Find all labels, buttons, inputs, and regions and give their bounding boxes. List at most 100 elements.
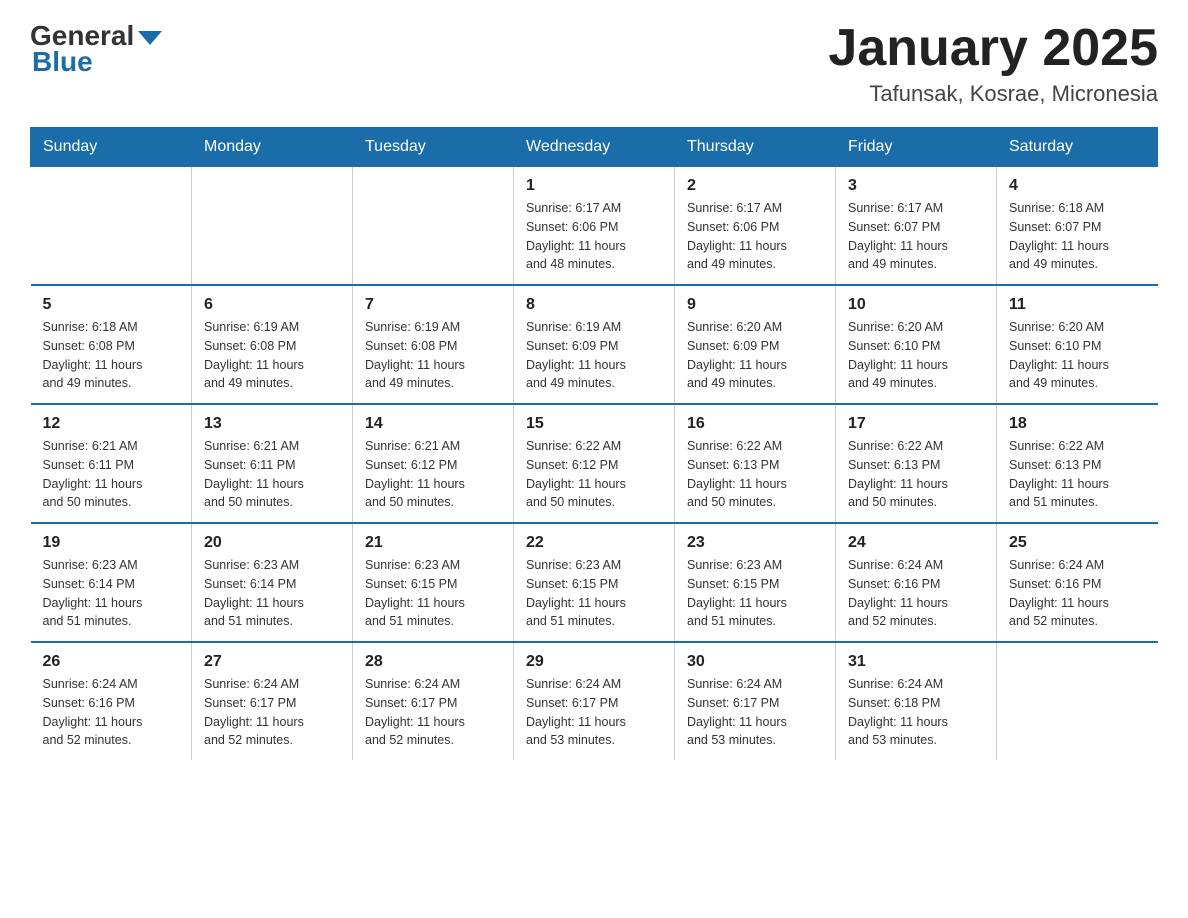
logo-arrow-icon — [138, 31, 162, 45]
calendar-cell: 14Sunrise: 6:21 AM Sunset: 6:12 PM Dayli… — [353, 404, 514, 523]
calendar-cell: 8Sunrise: 6:19 AM Sunset: 6:09 PM Daylig… — [514, 285, 675, 404]
day-number: 17 — [848, 415, 984, 433]
day-info: Sunrise: 6:24 AM Sunset: 6:17 PM Dayligh… — [204, 675, 340, 750]
location-title: Tafunsak, Kosrae, Micronesia — [828, 81, 1158, 107]
day-number: 22 — [526, 534, 662, 552]
day-number: 12 — [43, 415, 180, 433]
day-number: 2 — [687, 177, 823, 195]
day-number: 16 — [687, 415, 823, 433]
calendar-cell: 2 Sunrise: 6:17 AM Sunset: 6:06 PM Daylig… — [675, 167, 836, 286]
day-number: 9 — [687, 296, 823, 314]
calendar-cell: 26 Sunrise: 6:24 AM Sunset: 6:16 PM Dayli… — [31, 642, 192, 760]
calendar-cell: 6Sunrise: 6:19 AM Sunset: 6:08 PM Daylig… — [192, 285, 353, 404]
calendar-table: SundayMondayTuesdayWednesdayThursdayFrid… — [30, 127, 1158, 760]
day-info: Sunrise: 6:18 AM Sunset: 6:08 PM Dayligh… — [43, 318, 180, 393]
day-number: 30 — [687, 653, 823, 671]
day-number: 21 — [365, 534, 501, 552]
calendar-cell: 28 Sunrise: 6:24 AM Sunset: 6:17 PM Dayli… — [353, 642, 514, 760]
weekday-header-saturday: Saturday — [997, 128, 1158, 167]
day-info: Sunrise: 6:23 AM Sunset: 6:14 PM Dayligh… — [204, 556, 340, 631]
page-header: General Blue January 2025 Tafunsak, Kosr… — [30, 20, 1158, 107]
calendar-cell: 27 Sunrise: 6:24 AM Sunset: 6:17 PM Dayli… — [192, 642, 353, 760]
day-number: 18 — [1009, 415, 1146, 433]
calendar-cell: 17 Sunrise: 6:22 AM Sunset: 6:13 PM Dayli… — [836, 404, 997, 523]
day-number: 11 — [1009, 296, 1146, 314]
day-info: Sunrise: 6:23 AM Sunset: 6:14 PM Dayligh… — [43, 556, 180, 631]
day-info: Sunrise: 6:22 AM Sunset: 6:13 PM Dayligh… — [1009, 437, 1146, 512]
day-info: Sunrise: 6:20 AM Sunset: 6:10 PM Dayligh… — [1009, 318, 1146, 393]
day-number: 28 — [365, 653, 501, 671]
calendar-cell — [31, 167, 192, 286]
title-section: January 2025 Tafunsak, Kosrae, Micronesi… — [828, 20, 1158, 107]
day-info: Sunrise: 6:24 AM Sunset: 6:17 PM Dayligh… — [526, 675, 662, 750]
calendar-cell: 16Sunrise: 6:22 AM Sunset: 6:13 PM Dayli… — [675, 404, 836, 523]
calendar-week-row: 12 Sunrise: 6:21 AM Sunset: 6:11 PM Dayli… — [31, 404, 1158, 523]
calendar-cell: 18 Sunrise: 6:22 AM Sunset: 6:13 PM Dayli… — [997, 404, 1158, 523]
calendar-cell: 15 Sunrise: 6:22 AM Sunset: 6:12 PM Dayli… — [514, 404, 675, 523]
day-number: 20 — [204, 534, 340, 552]
day-info: Sunrise: 6:19 AM Sunset: 6:08 PM Dayligh… — [365, 318, 501, 393]
day-info: Sunrise: 6:24 AM Sunset: 6:16 PM Dayligh… — [43, 675, 180, 750]
day-info: Sunrise: 6:19 AM Sunset: 6:09 PM Dayligh… — [526, 318, 662, 393]
logo-blue-text: Blue — [30, 46, 93, 78]
day-number: 6 — [204, 296, 340, 314]
weekday-header-tuesday: Tuesday — [353, 128, 514, 167]
calendar-cell: 10Sunrise: 6:20 AM Sunset: 6:10 PM Dayli… — [836, 285, 997, 404]
day-info: Sunrise: 6:24 AM Sunset: 6:16 PM Dayligh… — [1009, 556, 1146, 631]
day-info: Sunrise: 6:17 AM Sunset: 6:07 PM Dayligh… — [848, 199, 984, 274]
calendar-cell — [353, 167, 514, 286]
day-info: Sunrise: 6:24 AM Sunset: 6:17 PM Dayligh… — [687, 675, 823, 750]
weekday-header-thursday: Thursday — [675, 128, 836, 167]
day-number: 19 — [43, 534, 180, 552]
day-number: 26 — [43, 653, 180, 671]
calendar-cell: 22Sunrise: 6:23 AM Sunset: 6:15 PM Dayli… — [514, 523, 675, 642]
day-number: 15 — [526, 415, 662, 433]
weekday-header-sunday: Sunday — [31, 128, 192, 167]
calendar-cell: 3 Sunrise: 6:17 AM Sunset: 6:07 PM Daylig… — [836, 167, 997, 286]
calendar-week-row: 5 Sunrise: 6:18 AM Sunset: 6:08 PM Daylig… — [31, 285, 1158, 404]
calendar-week-row: 26 Sunrise: 6:24 AM Sunset: 6:16 PM Dayli… — [31, 642, 1158, 760]
calendar-week-row: 19 Sunrise: 6:23 AM Sunset: 6:14 PM Dayli… — [31, 523, 1158, 642]
calendar-cell: 30 Sunrise: 6:24 AM Sunset: 6:17 PM Dayli… — [675, 642, 836, 760]
calendar-cell: 13 Sunrise: 6:21 AM Sunset: 6:11 PM Dayli… — [192, 404, 353, 523]
calendar-cell: 19 Sunrise: 6:23 AM Sunset: 6:14 PM Dayli… — [31, 523, 192, 642]
day-info: Sunrise: 6:22 AM Sunset: 6:13 PM Dayligh… — [848, 437, 984, 512]
day-number: 27 — [204, 653, 340, 671]
calendar-cell — [997, 642, 1158, 760]
day-number: 5 — [43, 296, 180, 314]
weekday-header-monday: Monday — [192, 128, 353, 167]
day-info: Sunrise: 6:18 AM Sunset: 6:07 PM Dayligh… — [1009, 199, 1146, 274]
calendar-cell: 11 Sunrise: 6:20 AM Sunset: 6:10 PM Dayli… — [997, 285, 1158, 404]
day-info: Sunrise: 6:24 AM Sunset: 6:17 PM Dayligh… — [365, 675, 501, 750]
calendar-cell: 23Sunrise: 6:23 AM Sunset: 6:15 PM Dayli… — [675, 523, 836, 642]
day-number: 10 — [848, 296, 984, 314]
day-info: Sunrise: 6:23 AM Sunset: 6:15 PM Dayligh… — [687, 556, 823, 631]
day-info: Sunrise: 6:21 AM Sunset: 6:11 PM Dayligh… — [204, 437, 340, 512]
day-number: 13 — [204, 415, 340, 433]
day-number: 14 — [365, 415, 501, 433]
calendar-cell: 20 Sunrise: 6:23 AM Sunset: 6:14 PM Dayli… — [192, 523, 353, 642]
day-info: Sunrise: 6:23 AM Sunset: 6:15 PM Dayligh… — [365, 556, 501, 631]
calendar-cell: 9Sunrise: 6:20 AM Sunset: 6:09 PM Daylig… — [675, 285, 836, 404]
day-number: 25 — [1009, 534, 1146, 552]
day-number: 7 — [365, 296, 501, 314]
calendar-cell: 25 Sunrise: 6:24 AM Sunset: 6:16 PM Dayli… — [997, 523, 1158, 642]
weekday-header-row: SundayMondayTuesdayWednesdayThursdayFrid… — [31, 128, 1158, 167]
calendar-cell: 5 Sunrise: 6:18 AM Sunset: 6:08 PM Daylig… — [31, 285, 192, 404]
calendar-cell: 31Sunrise: 6:24 AM Sunset: 6:18 PM Dayli… — [836, 642, 997, 760]
day-number: 24 — [848, 534, 984, 552]
month-title: January 2025 — [828, 20, 1158, 77]
day-number: 29 — [526, 653, 662, 671]
day-info: Sunrise: 6:17 AM Sunset: 6:06 PM Dayligh… — [687, 199, 823, 274]
calendar-cell — [192, 167, 353, 286]
day-info: Sunrise: 6:21 AM Sunset: 6:11 PM Dayligh… — [43, 437, 180, 512]
weekday-header-friday: Friday — [836, 128, 997, 167]
calendar-cell: 12 Sunrise: 6:21 AM Sunset: 6:11 PM Dayli… — [31, 404, 192, 523]
day-number: 4 — [1009, 177, 1146, 195]
day-number: 3 — [848, 177, 984, 195]
day-info: Sunrise: 6:17 AM Sunset: 6:06 PM Dayligh… — [526, 199, 662, 274]
calendar-cell: 21 Sunrise: 6:23 AM Sunset: 6:15 PM Dayli… — [353, 523, 514, 642]
day-info: Sunrise: 6:22 AM Sunset: 6:12 PM Dayligh… — [526, 437, 662, 512]
weekday-header-wednesday: Wednesday — [514, 128, 675, 167]
calendar-cell: 7 Sunrise: 6:19 AM Sunset: 6:08 PM Daylig… — [353, 285, 514, 404]
